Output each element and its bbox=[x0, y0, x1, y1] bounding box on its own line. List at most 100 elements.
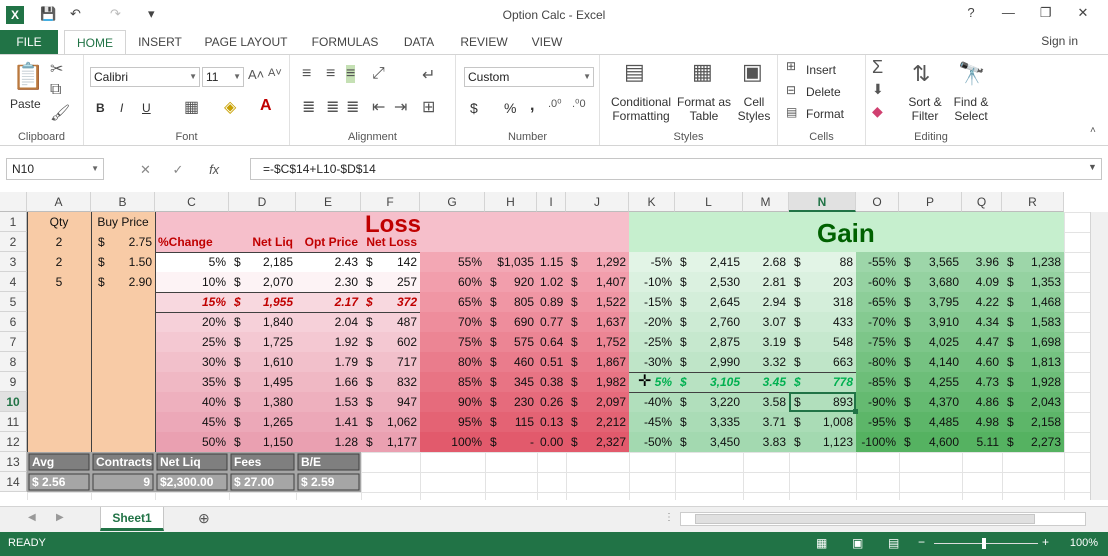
row-header-4[interactable]: 4 bbox=[0, 272, 27, 292]
opt-price-cell[interactable]: 4.22 bbox=[962, 292, 1002, 312]
value-cell[interactable]: 1,177 bbox=[361, 432, 420, 452]
value-cell[interactable]: 1,752 bbox=[566, 332, 629, 352]
select-all-corner[interactable] bbox=[0, 192, 27, 212]
enter-icon[interactable]: ✓ bbox=[173, 162, 184, 177]
net-liq-cell[interactable]: 2,185 bbox=[229, 252, 296, 272]
opt-price-cell[interactable]: 3.19 bbox=[743, 332, 789, 352]
currency-button[interactable]: $ bbox=[470, 101, 478, 115]
opt-price-cell[interactable]: 4.98 bbox=[962, 412, 1002, 432]
net-liq-cell[interactable]: 3,795 bbox=[899, 292, 962, 312]
qty-header[interactable]: Qty bbox=[27, 212, 91, 232]
conditional-formatting-icon[interactable]: ▤ bbox=[624, 59, 645, 85]
value-cell[interactable]: 1,813 bbox=[1002, 352, 1064, 372]
net-liq-cell[interactable]: 2,875 bbox=[675, 332, 743, 352]
pct-cell[interactable]: 20% bbox=[155, 312, 229, 332]
net-liq-header[interactable]: Net Liq bbox=[229, 232, 296, 252]
pct-cell[interactable]: -5% bbox=[629, 252, 675, 272]
summary-label[interactable]: Avg bbox=[29, 452, 89, 472]
paste-icon[interactable]: 📋 bbox=[12, 61, 44, 92]
opt-price-header[interactable]: Opt Price bbox=[296, 232, 361, 252]
hscroll-split-icon[interactable]: ⋮ bbox=[664, 512, 674, 523]
net-liq-cell[interactable]: 4,140 bbox=[899, 352, 962, 372]
vertical-scrollbar[interactable] bbox=[1090, 212, 1108, 500]
font-size-select[interactable]: 11 ▼ bbox=[202, 67, 244, 87]
net-liq-cell[interactable]: 4,025 bbox=[899, 332, 962, 352]
pct-cell[interactable]: 25% bbox=[155, 332, 229, 352]
paste-button[interactable]: Paste bbox=[10, 97, 41, 111]
row-header-13[interactable]: 13 bbox=[0, 452, 27, 472]
opt-price-cell[interactable]: 2.04 bbox=[296, 312, 361, 332]
opt-price-cell[interactable]: 4.09 bbox=[962, 272, 1002, 292]
sort-filter-button[interactable]: Sort & Filter bbox=[902, 95, 948, 123]
row-header-2[interactable]: 2 bbox=[0, 232, 27, 252]
opt-price-cell[interactable]: 1.53 bbox=[296, 392, 361, 412]
opt-price-cell[interactable]: 5.11 bbox=[962, 432, 1002, 452]
value-cell[interactable]: 318 bbox=[789, 292, 856, 312]
help-button[interactable]: ? bbox=[954, 5, 988, 20]
opt-price-cell[interactable]: 1.15 bbox=[537, 252, 566, 272]
value-cell[interactable]: 257 bbox=[361, 272, 420, 292]
pct-cell[interactable]: 55% bbox=[420, 252, 485, 272]
tab-page-layout[interactable]: PAGE LAYOUT bbox=[196, 30, 296, 54]
pct-cell[interactable]: -10% bbox=[629, 272, 675, 292]
pct-cell[interactable]: 90% bbox=[420, 392, 485, 412]
net-liq-cell[interactable]: 345 bbox=[485, 372, 537, 392]
opt-price-cell[interactable]: 4.86 bbox=[962, 392, 1002, 412]
borders-icon[interactable]: ▦ bbox=[184, 97, 199, 117]
tab-file[interactable]: FILE bbox=[0, 30, 58, 54]
opt-price-cell[interactable]: 3.58 bbox=[743, 392, 789, 412]
opt-price-cell[interactable]: 3.71 bbox=[743, 412, 789, 432]
pct-cell[interactable]: -95% bbox=[856, 412, 899, 432]
net-liq-cell[interactable]: 1,725 bbox=[229, 332, 296, 352]
column-header-p[interactable]: P bbox=[899, 192, 962, 212]
pct-cell[interactable]: -90% bbox=[856, 392, 899, 412]
column-header-e[interactable]: E bbox=[296, 192, 361, 212]
summary-label[interactable]: Net Liq bbox=[157, 452, 227, 472]
pct-cell[interactable]: -15% bbox=[629, 292, 675, 312]
value-cell[interactable]: 1,982 bbox=[566, 372, 629, 392]
expand-formula-icon[interactable]: ▼ bbox=[1088, 162, 1097, 172]
net-liq-cell[interactable]: 4,600 bbox=[899, 432, 962, 452]
net-liq-cell[interactable]: 460 bbox=[485, 352, 537, 372]
conditional-formatting-button[interactable]: Conditional Formatting bbox=[606, 95, 676, 123]
page-break-view-icon[interactable]: ▤ bbox=[888, 536, 899, 550]
cell-styles-button[interactable]: Cell Styles bbox=[732, 95, 776, 123]
value-cell[interactable]: 2,158 bbox=[1002, 412, 1064, 432]
pct-cell[interactable]: 85% bbox=[420, 372, 485, 392]
copy-icon[interactable]: ⧉ bbox=[50, 81, 61, 99]
pct-cell[interactable]: 80% bbox=[420, 352, 485, 372]
opt-price-cell[interactable]: 0.13 bbox=[537, 412, 566, 432]
value-cell[interactable]: 893 bbox=[789, 392, 856, 412]
pct-cell[interactable]: 40% bbox=[155, 392, 229, 412]
merge-center-icon[interactable]: ⊞ bbox=[422, 97, 435, 117]
underline-button[interactable]: U bbox=[142, 101, 151, 115]
insert-cells-button[interactable]: Insert bbox=[806, 63, 836, 77]
pct-cell[interactable]: -70% bbox=[856, 312, 899, 332]
align-right-icon[interactable]: ≣ bbox=[346, 97, 359, 117]
fill-color-icon[interactable]: ◈ bbox=[224, 97, 236, 117]
column-header-i[interactable]: I bbox=[537, 192, 566, 212]
opt-price-cell[interactable]: 1.28 bbox=[296, 432, 361, 452]
net-liq-cell[interactable]: 3,680 bbox=[899, 272, 962, 292]
opt-price-cell[interactable]: 3.45 bbox=[743, 372, 789, 392]
row-header-9[interactable]: 9 bbox=[0, 372, 27, 392]
pct-cell[interactable]: 35% bbox=[155, 372, 229, 392]
opt-price-cell[interactable]: 0.89 bbox=[537, 292, 566, 312]
format-painter-icon[interactable]: 🖌 bbox=[50, 103, 70, 123]
pct-cell[interactable]: 95% bbox=[420, 412, 485, 432]
tab-data[interactable]: DATA bbox=[392, 30, 446, 54]
bold-button[interactable]: B bbox=[96, 101, 105, 115]
summary-label[interactable]: Contracts bbox=[93, 452, 153, 472]
opt-price-cell[interactable]: 3.07 bbox=[743, 312, 789, 332]
value-cell[interactable]: 1,583 bbox=[1002, 312, 1064, 332]
value-cell[interactable]: 1,062 bbox=[361, 412, 420, 432]
find-select-icon[interactable]: 🔭 bbox=[958, 61, 985, 87]
pct-cell[interactable]: -30% bbox=[629, 352, 675, 372]
italic-button[interactable]: I bbox=[120, 101, 123, 115]
value-cell[interactable]: 663 bbox=[789, 352, 856, 372]
normal-view-icon[interactable]: ▦ bbox=[816, 536, 827, 550]
net-liq-cell[interactable]: 920 bbox=[485, 272, 537, 292]
row-header-5[interactable]: 5 bbox=[0, 292, 27, 312]
align-left-icon[interactable]: ≣ bbox=[302, 97, 315, 117]
opt-price-cell[interactable]: 2.94 bbox=[743, 292, 789, 312]
